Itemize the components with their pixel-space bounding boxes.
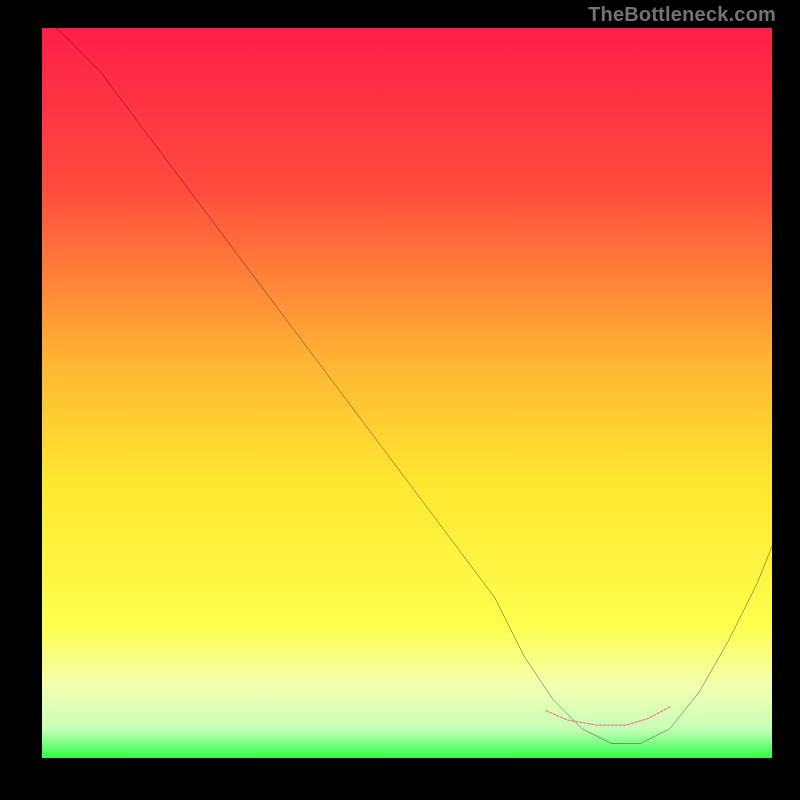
watermark-text: TheBottleneck.com [588, 4, 776, 27]
plot-area [42, 28, 772, 758]
chart-frame: TheBottleneck.com [0, 0, 800, 800]
chart-svg [42, 28, 772, 758]
chart-background [42, 28, 772, 758]
